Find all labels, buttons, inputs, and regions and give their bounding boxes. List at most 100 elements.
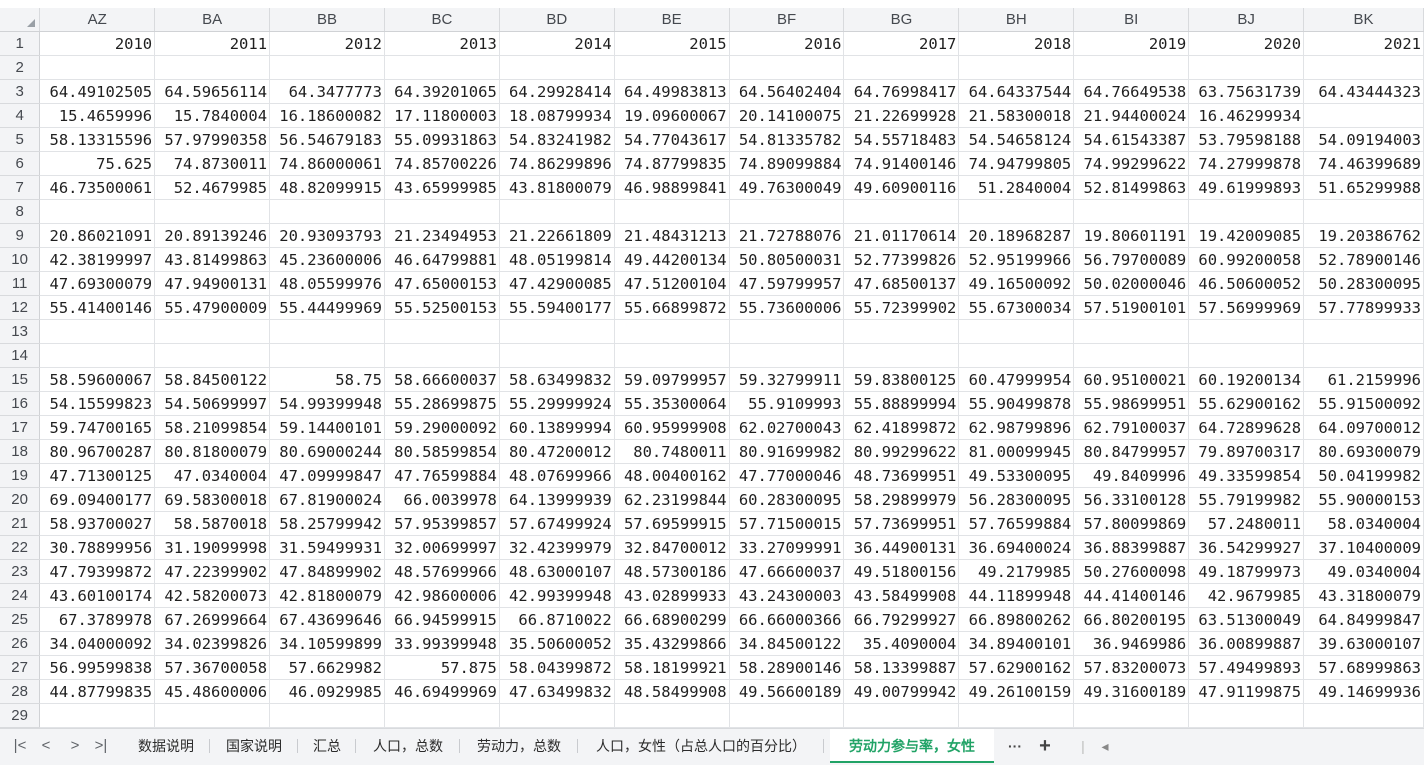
cell[interactable]: 2018 <box>958 31 1075 56</box>
cell[interactable]: 54.50699997 <box>154 391 271 416</box>
cell[interactable]: 2015 <box>614 31 730 56</box>
spreadsheet-table[interactable]: AZ BA BB BC BD BE BF BG BH BI BJ BK 1 2010 2011 2012 20… <box>0 8 1424 728</box>
cell[interactable]: 43.65999985 <box>384 175 500 200</box>
cell[interactable]: 60.13899994 <box>499 415 615 440</box>
cell[interactable]: 47.66600037 <box>729 559 845 584</box>
cell[interactable]: 55.9109993 <box>729 391 845 416</box>
cell[interactable] <box>958 343 1075 368</box>
cell[interactable]: 45.48600006 <box>154 679 271 704</box>
cell[interactable]: 46.50600052 <box>1188 271 1305 296</box>
cell[interactable] <box>958 199 1075 224</box>
cell[interactable]: 2020 <box>1188 31 1305 56</box>
cell[interactable]: 74.86000061 <box>269 151 385 176</box>
cell[interactable] <box>269 319 385 344</box>
row-header[interactable]: 13 <box>0 319 41 344</box>
cell[interactable]: 64.49983813 <box>614 79 730 104</box>
cell[interactable]: 67.3789978 <box>39 607 156 632</box>
cell[interactable]: 60.28300095 <box>729 487 845 512</box>
cell[interactable]: 46.73500061 <box>39 175 156 200</box>
cell[interactable]: 64.13999939 <box>499 487 615 512</box>
cell[interactable]: 49.76300049 <box>729 175 845 200</box>
cell[interactable]: 58.18199921 <box>614 655 730 680</box>
cell[interactable]: 61.2159996 <box>1303 367 1424 392</box>
cell[interactable]: 74.99299622 <box>1073 151 1190 176</box>
cell[interactable]: 54.09194003 <box>1303 127 1424 152</box>
cell[interactable]: 52.95199966 <box>958 247 1075 272</box>
cell[interactable]: 49.00799942 <box>843 679 960 704</box>
cell[interactable]: 80.69000244 <box>269 439 385 464</box>
cell[interactable] <box>384 343 500 368</box>
cell[interactable]: 55.88899994 <box>843 391 960 416</box>
row-header[interactable]: 26 <box>0 631 41 656</box>
cell[interactable]: 54.99399948 <box>269 391 385 416</box>
cell[interactable]: 67.26999664 <box>154 607 271 632</box>
row-header[interactable]: 8 <box>0 199 41 224</box>
cell[interactable]: 69.58300018 <box>154 487 271 512</box>
first-sheet-icon[interactable]: |< <box>9 729 31 763</box>
cell[interactable]: 48.07699966 <box>499 463 615 488</box>
cell[interactable]: 20.89139246 <box>154 223 271 248</box>
cell[interactable]: 75.625 <box>39 151 156 176</box>
cell[interactable]: 59.32799911 <box>729 367 845 392</box>
cell[interactable]: 52.81499863 <box>1073 175 1190 200</box>
tab-country-notes[interactable]: 国家说明 <box>210 729 298 763</box>
cell[interactable]: 42.9679985 <box>1188 583 1305 608</box>
row-header[interactable]: 29 <box>0 703 41 728</box>
cell[interactable] <box>384 319 500 344</box>
cell[interactable]: 64.3477773 <box>269 79 385 104</box>
cell[interactable]: 63.51300049 <box>1188 607 1305 632</box>
cell[interactable]: 49.8409996 <box>1073 463 1190 488</box>
row-header[interactable]: 25 <box>0 607 41 632</box>
cell[interactable]: 66.0039978 <box>384 487 500 512</box>
cell[interactable]: 57.80099869 <box>1073 511 1190 536</box>
cell[interactable] <box>1188 343 1305 368</box>
cell[interactable]: 36.69400024 <box>958 535 1075 560</box>
cell[interactable]: 64.49102505 <box>39 79 156 104</box>
cell[interactable]: 54.77043617 <box>614 127 730 152</box>
cell[interactable] <box>384 55 500 80</box>
cell[interactable]: 34.84500122 <box>729 631 845 656</box>
cell[interactable]: 57.68999863 <box>1303 655 1424 680</box>
cell[interactable]: 2011 <box>154 31 271 56</box>
cell[interactable]: 47.65000153 <box>384 271 500 296</box>
cell[interactable]: 20.86021091 <box>39 223 156 248</box>
cell[interactable]: 46.98899841 <box>614 175 730 200</box>
cell[interactable]: 20.93093793 <box>269 223 385 248</box>
cell[interactable]: 47.42900085 <box>499 271 615 296</box>
cell[interactable]: 57.875 <box>384 655 500 680</box>
cell[interactable]: 48.82099915 <box>269 175 385 200</box>
cell[interactable]: 2014 <box>499 31 615 56</box>
cell[interactable]: 58.13399887 <box>843 655 960 680</box>
cell[interactable]: 80.58599854 <box>384 439 500 464</box>
cell[interactable]: 42.81800079 <box>269 583 385 608</box>
cell[interactable]: 17.11800003 <box>384 103 500 128</box>
cell[interactable]: 74.89099884 <box>729 151 845 176</box>
cell[interactable]: 64.72899628 <box>1188 415 1305 440</box>
cell[interactable] <box>499 343 615 368</box>
cell[interactable]: 55.52500153 <box>384 295 500 320</box>
cell[interactable]: 64.76649538 <box>1073 79 1190 104</box>
cell[interactable]: 80.69300079 <box>1303 439 1424 464</box>
cell[interactable]: 54.81335782 <box>729 127 845 152</box>
cell[interactable] <box>1073 199 1190 224</box>
row-header[interactable]: 3 <box>0 79 41 104</box>
cell[interactable]: 53.79598188 <box>1188 127 1305 152</box>
cell[interactable]: 20.18968287 <box>958 223 1075 248</box>
cell[interactable] <box>154 199 271 224</box>
cell[interactable]: 2017 <box>843 31 960 56</box>
cell[interactable]: 34.10599899 <box>269 631 385 656</box>
cell[interactable]: 47.76599884 <box>384 463 500 488</box>
cell[interactable]: 57.2480011 <box>1188 511 1305 536</box>
cell[interactable]: 45.23600006 <box>269 247 385 272</box>
cell[interactable]: 74.87799835 <box>614 151 730 176</box>
cell[interactable]: 58.28900146 <box>729 655 845 680</box>
cell[interactable]: 57.69599915 <box>614 511 730 536</box>
cell[interactable]: 47.51200104 <box>614 271 730 296</box>
tab-female-labor-participation[interactable]: 劳动力参与率，女性 <box>830 729 994 763</box>
cell[interactable] <box>614 703 730 728</box>
cell[interactable]: 49.56600189 <box>729 679 845 704</box>
cell[interactable]: 60.19200134 <box>1188 367 1305 392</box>
cell[interactable] <box>614 55 730 80</box>
cell[interactable]: 80.84799957 <box>1073 439 1190 464</box>
cell[interactable] <box>269 343 385 368</box>
